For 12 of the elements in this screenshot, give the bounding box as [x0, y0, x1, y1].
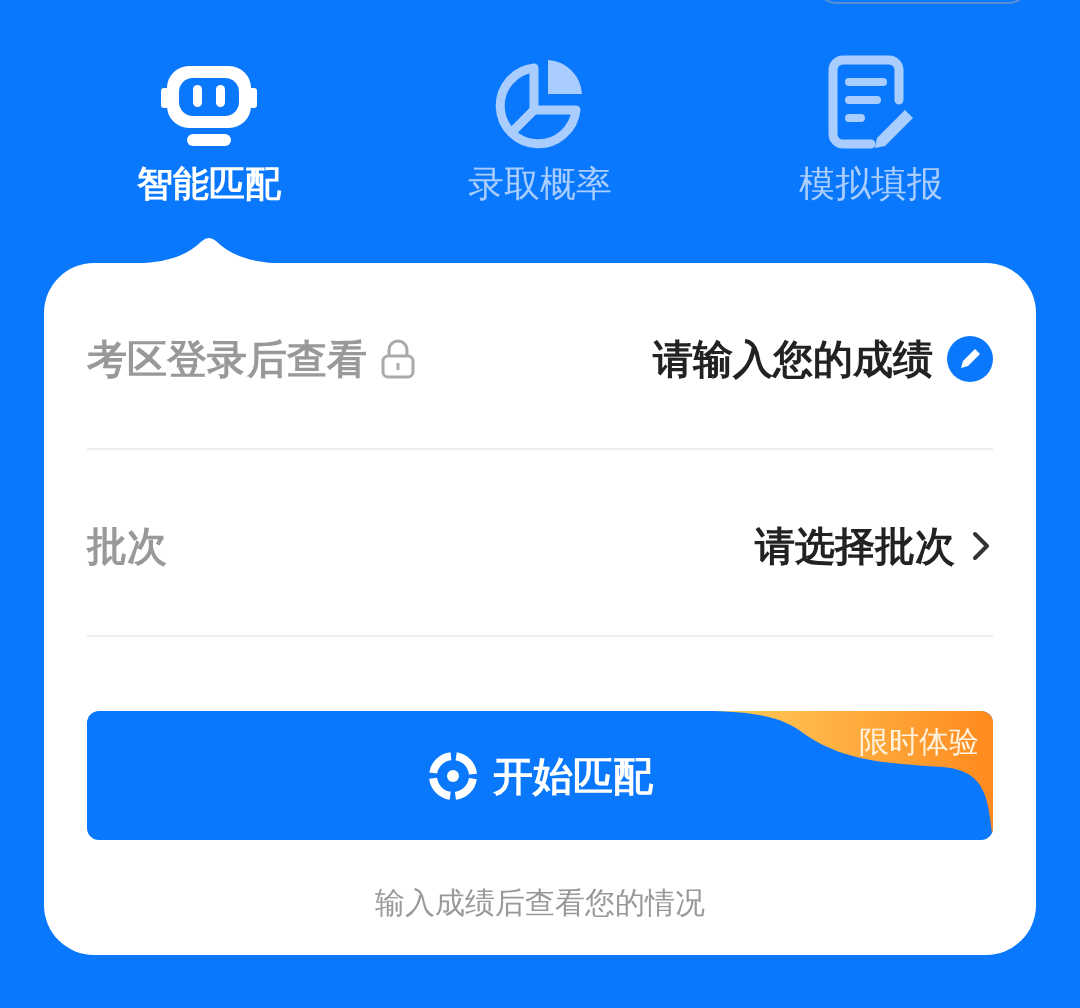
score-input[interactable]: 请输入您的成绩	[653, 328, 993, 389]
tab[interactable]: 录取概率	[374, 52, 706, 263]
target-icon	[427, 749, 479, 802]
promo-label: 限时体验	[859, 724, 979, 760]
field-label: 批次	[87, 522, 167, 570]
tab[interactable]: 智能匹配	[44, 52, 375, 263]
hint-text: 输入成绩后查看您的情况	[374, 885, 706, 921]
start-match-button[interactable]: 限时体验 开始匹配	[87, 711, 993, 840]
pencil-icon	[947, 335, 993, 382]
field-label: 考区登录后查看	[87, 335, 367, 383]
batch-select[interactable]: 请选择批次	[755, 515, 993, 576]
tab[interactable]: 模拟填报	[705, 52, 1036, 263]
